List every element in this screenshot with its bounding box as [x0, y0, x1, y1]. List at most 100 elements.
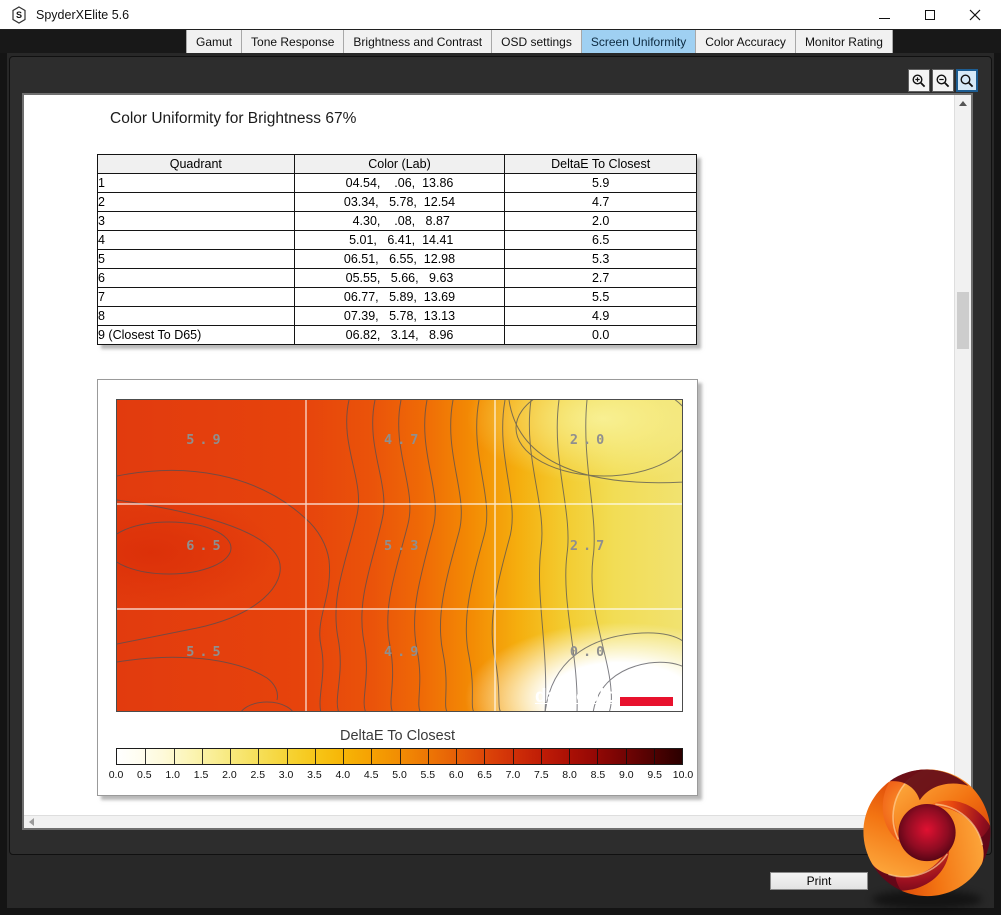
- table-row: 7 06.77, 5.89, 13.69 5.5: [97, 287, 697, 307]
- quadrant-cell: 9 (Closest To D65): [97, 325, 295, 345]
- zoom-in-icon: [912, 73, 926, 87]
- colorbar-tick: [484, 749, 486, 764]
- colorbar-tick: [540, 749, 542, 764]
- lab-color-cell: 04.54, .06, 13.86: [293, 173, 506, 193]
- lab-color-cell: 5.01, 6.41, 14.41: [293, 230, 506, 250]
- colorbar: [116, 748, 683, 765]
- zoom-out-button[interactable]: [932, 69, 954, 92]
- map-value-label: 5.5: [186, 643, 226, 660]
- kitguru-logo: [863, 769, 991, 910]
- table-row: 9 (Closest To D65) 06.82, 3.14, 8.96 0.0: [97, 325, 697, 345]
- lab-color-cell: 06.51, 6.55, 12.98: [293, 249, 506, 269]
- delta-e-cell: 6.5: [504, 230, 697, 250]
- tab-brightness-and-contrast[interactable]: Brightness and Contrast: [344, 30, 493, 53]
- zoom-controls: [908, 69, 978, 92]
- colorbar-tick: [569, 749, 570, 764]
- colorbar-tick: [201, 749, 203, 764]
- datacolor-watermark: datacolor: [535, 686, 626, 707]
- delta-e-cell: 2.7: [504, 268, 697, 288]
- lab-color-cell: 07.39, 5.78, 13.13: [293, 306, 506, 326]
- colorbar-tick-label: 0.0: [108, 769, 124, 781]
- spyderx-app-icon: S: [12, 5, 26, 24]
- lab-color-cell: 4.30, .08, 8.87: [293, 211, 506, 231]
- uniformity-table: Quadrant Color (Lab) DeltaE To Closest 1 04…: [97, 154, 697, 345]
- colorbar-tick-label: 6.5: [477, 769, 492, 781]
- colorbar-tick: [371, 749, 373, 764]
- colorbar-tick-label: 4.5: [363, 769, 379, 781]
- horizontal-scrollbar[interactable]: [24, 815, 954, 828]
- table-row: 5 06.51, 6.55, 12.98 5.3: [97, 249, 697, 269]
- colorbar-tick: [173, 749, 175, 764]
- tab-gamut[interactable]: Gamut: [186, 30, 243, 53]
- colorbar-tick-label: 3.0: [278, 769, 294, 781]
- map-value-label: 2.0: [569, 432, 610, 449]
- scroll-up-icon[interactable]: [959, 101, 967, 106]
- vertical-scrollbar[interactable]: [954, 95, 971, 815]
- tab-screen-uniformity[interactable]: Screen Uniformity: [581, 30, 697, 53]
- datacolor-red-bar: [620, 697, 673, 706]
- quadrant-cell: 8: [97, 306, 295, 326]
- minimize-icon: [879, 17, 890, 19]
- colorbar-tick: [145, 749, 147, 764]
- colorbar-tick: [625, 749, 627, 764]
- lab-color-cell: 06.82, 3.14, 8.96: [293, 325, 506, 345]
- app-icon-letter: S: [16, 10, 22, 20]
- quadrant-cell: 5: [97, 249, 295, 269]
- delta-e-cell: 5.9: [504, 173, 697, 193]
- map-value-label: 4.9: [383, 643, 424, 660]
- colorbar-tick-label: 5.5: [420, 769, 436, 781]
- window-title: SpyderXElite 5.6: [36, 7, 130, 22]
- table-column-header: Color (Lab): [293, 154, 506, 174]
- map-value-label: 5.3: [383, 538, 424, 555]
- tab-osd-settings[interactable]: OSD settings: [492, 30, 582, 53]
- maximize-icon: [924, 10, 935, 20]
- lab-color-cell: 06.77, 5.89, 13.69: [293, 287, 506, 307]
- map-value-label: 6.5: [186, 538, 226, 555]
- contour-map: datacolor 5.9 4.7 2.0 6.5 5.3 2.7 5.5 4.9 0.0: [116, 399, 683, 712]
- colorbar-ticks: 0.0 0.5 1.0 1.5 2.0 2.5 3.0 3.5 4.0 4.5 5.0 5.5 6.0 6…: [109, 769, 694, 783]
- table-row: 4 5.01, 6.41, 14.41 6.5: [97, 230, 697, 250]
- report-page: Color Uniformity for Brightness 67% Quad…: [24, 95, 954, 815]
- vertical-scroll-thumb[interactable]: [957, 292, 969, 349]
- lab-color-cell: 05.55, 5.66, 9.63: [293, 268, 506, 288]
- quadrant-cell: 7: [97, 287, 295, 307]
- colorbar-tick-label: 3.5: [307, 769, 322, 781]
- colorbar-title: DeltaE To Closest: [340, 728, 455, 744]
- scroll-left-icon[interactable]: [29, 818, 34, 826]
- colorbar-tick: [399, 749, 401, 764]
- colorbar-tick: [343, 749, 344, 764]
- colorbar-tick: [258, 749, 260, 764]
- tab-monitor-rating[interactable]: Monitor Rating: [795, 30, 893, 53]
- colorbar-tick: [427, 749, 429, 764]
- colorbar-tick-label: 6.0: [448, 769, 464, 781]
- maximize-button[interactable]: [907, 0, 952, 30]
- table-row: 6 05.55, 5.66, 9.63 2.7: [97, 268, 697, 288]
- zoom-reset-button[interactable]: [956, 69, 978, 92]
- zoom-out-icon: [936, 73, 950, 87]
- colorbar-tick-label: 8.0: [562, 769, 577, 781]
- uniformity-chart-panel: datacolor 5.9 4.7 2.0 6.5 5.3 2.7 5.5 4.9 0.0 De…: [97, 379, 698, 796]
- colorbar-tick: [512, 749, 514, 764]
- colorbar-tick-label: 2.0: [222, 769, 237, 781]
- close-button[interactable]: [952, 0, 997, 30]
- colorbar-tick: [653, 749, 655, 764]
- delta-e-cell: 4.7: [504, 192, 697, 212]
- app-window: S SpyderXElite 5.6 Gamut Tone Response Bri…: [0, 0, 1001, 915]
- table-body: 1 04.54, .06, 13.86 5.9 2 03.34, 5.78, 12.54…: [97, 173, 697, 345]
- colorbar-tick-label: 5.0: [392, 769, 407, 781]
- colorbar-tick-label: 8.5: [590, 769, 606, 781]
- table-row: 1 04.54, .06, 13.86 5.9: [97, 173, 697, 193]
- page-title: Color Uniformity for Brightness 67%: [110, 110, 357, 127]
- lab-color-cell: 03.34, 5.78, 12.54: [293, 192, 506, 212]
- zoom-in-button[interactable]: [908, 69, 930, 92]
- tab-tone-response[interactable]: Tone Response: [242, 30, 345, 53]
- minimize-button[interactable]: [862, 0, 907, 30]
- zoom-reset-icon: [960, 73, 974, 87]
- colorbar-tick-label: 0.5: [137, 769, 152, 781]
- close-icon: [969, 9, 980, 21]
- delta-e-cell: 0.0: [504, 325, 697, 345]
- table-column-header: DeltaE To Closest: [504, 154, 697, 174]
- report-frame: Color Uniformity for Brightness 67% Quad…: [22, 93, 973, 830]
- tab-color-accuracy[interactable]: Color Accuracy: [696, 30, 796, 53]
- quadrant-cell: 2: [97, 192, 295, 212]
